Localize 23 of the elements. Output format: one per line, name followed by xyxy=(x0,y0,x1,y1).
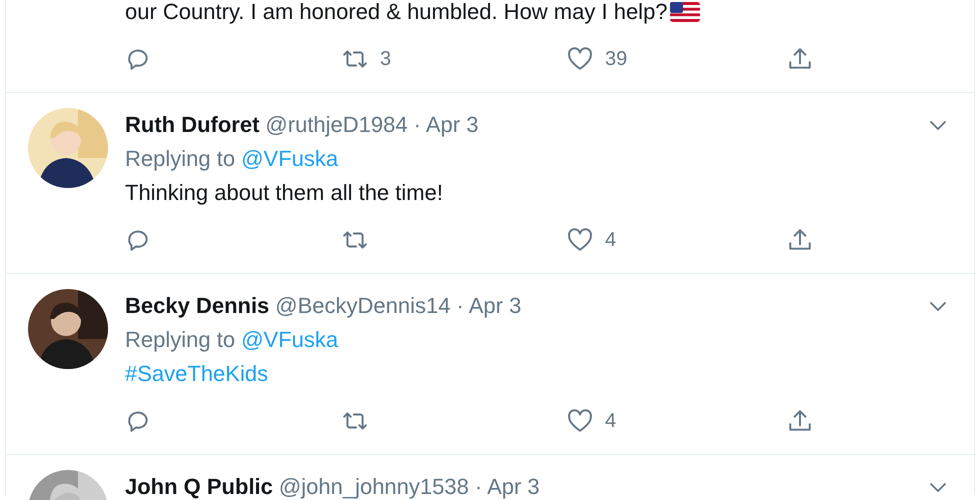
retweet-count: 3 xyxy=(380,48,392,70)
tweet-date[interactable]: · Apr 3 xyxy=(414,108,478,142)
heart-icon[interactable] xyxy=(567,46,593,72)
user-name[interactable]: Becky Dennis xyxy=(125,289,270,323)
like-count: 4 xyxy=(605,410,616,432)
user-handle[interactable]: @BeckyDennis14 xyxy=(275,289,450,323)
user-name[interactable]: Ruth Duforet xyxy=(125,108,260,142)
tweet-date[interactable]: · Apr 3 xyxy=(474,470,540,500)
user-handle[interactable]: @john_johnny1538 xyxy=(278,470,469,500)
replying-label: Replying to xyxy=(125,145,236,173)
replying-label: Replying to xyxy=(125,326,236,354)
hashtag-link[interactable]: #SaveTheKids xyxy=(125,357,268,391)
like-count: 4 xyxy=(605,228,616,252)
user-handle[interactable]: @ruthjeD1984 xyxy=(265,108,408,142)
tweet-text: Thinking about them all the time! xyxy=(125,179,443,207)
tweet-text: our Country. I am honored & humbled. How may I help? xyxy=(125,0,668,26)
mention-link[interactable]: @VFuska xyxy=(241,142,338,176)
heart-icon[interactable] xyxy=(567,227,593,253)
tweet-date[interactable]: · Apr 3 xyxy=(456,289,522,323)
user-name[interactable]: John Q Public xyxy=(125,470,273,500)
like-count: 39 xyxy=(605,48,628,70)
heart-icon[interactable] xyxy=(567,408,593,434)
mention-link[interactable]: @VFuska xyxy=(241,323,338,357)
